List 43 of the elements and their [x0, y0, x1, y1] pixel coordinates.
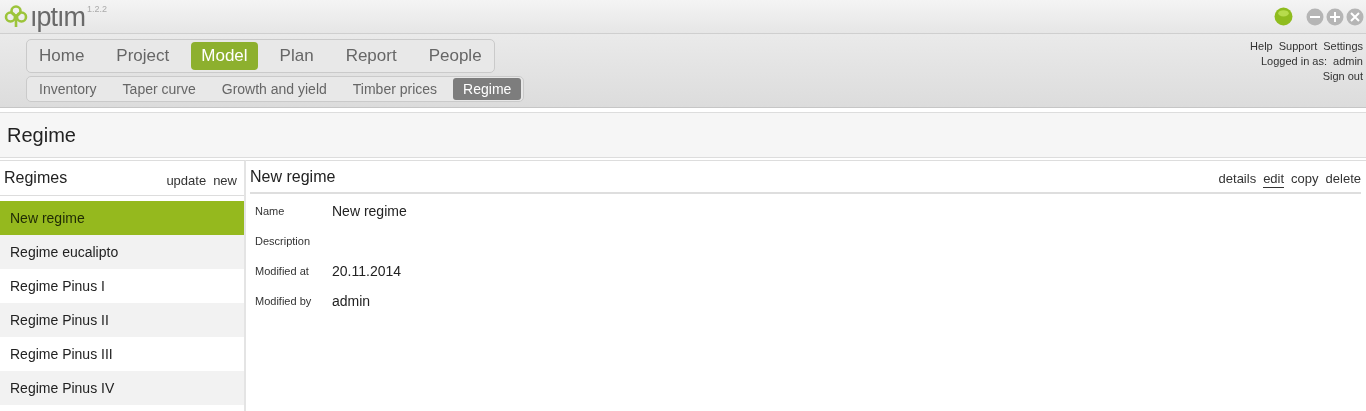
regime-list-item[interactable]: Regime eucalipto	[0, 235, 244, 269]
maximize-icon[interactable]	[1326, 7, 1344, 26]
main-nav-tab[interactable]: People	[418, 42, 492, 70]
status-indicator-icon	[1274, 7, 1293, 26]
user-name: admin	[1333, 55, 1363, 67]
regime-list-item[interactable]: Regime Pinus II	[0, 303, 244, 337]
minimize-icon[interactable]	[1306, 7, 1324, 26]
panel-action-link[interactable]: update	[166, 173, 207, 188]
detail-tab[interactable]: details	[1218, 171, 1257, 188]
field-label: Modified by	[255, 295, 313, 307]
detail-tab[interactable]: edit	[1263, 171, 1285, 188]
app-logo: ıptım	[30, 3, 85, 30]
sub-nav-tab[interactable]: Growth and yield	[211, 78, 337, 100]
version-label: 1.2.2	[87, 3, 108, 14]
field-value: New regime	[332, 203, 407, 219]
main-nav-tab[interactable]: Plan	[269, 42, 324, 70]
field-label: Name	[255, 205, 286, 217]
page-title: Regime	[7, 123, 76, 147]
header-link[interactable]: Settings	[1323, 40, 1363, 52]
detail-title: New regime	[250, 167, 336, 186]
field-label: Modified at	[255, 265, 310, 277]
field-value: 20.11.2014	[332, 263, 403, 279]
main-nav-tab[interactable]: Project	[106, 42, 180, 70]
sub-nav-tab[interactable]: Inventory	[29, 78, 107, 100]
main-nav-tab[interactable]: Home	[29, 42, 95, 70]
detail-tab[interactable]: delete	[1325, 171, 1361, 188]
close-icon[interactable]	[1346, 7, 1364, 26]
clover-logo-icon	[4, 3, 28, 28]
sub-nav-tab[interactable]: Taper curve	[112, 78, 206, 100]
field-value: admin	[332, 293, 372, 309]
field-label: Description	[255, 235, 312, 247]
sub-nav-tab[interactable]: Regime	[453, 78, 522, 100]
logged-in-label: Logged in as:	[1260, 55, 1328, 67]
regime-list-item[interactable]: Regime Pinus IV	[0, 371, 244, 405]
panel-title: Regimes	[4, 169, 68, 187]
detail-tab[interactable]: copy	[1291, 171, 1319, 188]
header-link[interactable]: Support	[1278, 40, 1318, 52]
header-link[interactable]: Help	[1250, 40, 1273, 52]
panel-action-link[interactable]: new	[213, 173, 237, 188]
main-nav-tab[interactable]: Report	[335, 42, 407, 70]
sub-nav-tab[interactable]: Timber prices	[342, 78, 448, 100]
regime-list-item[interactable]: New regime	[0, 201, 244, 235]
sign-out-link[interactable]: Sign out	[1322, 70, 1363, 82]
